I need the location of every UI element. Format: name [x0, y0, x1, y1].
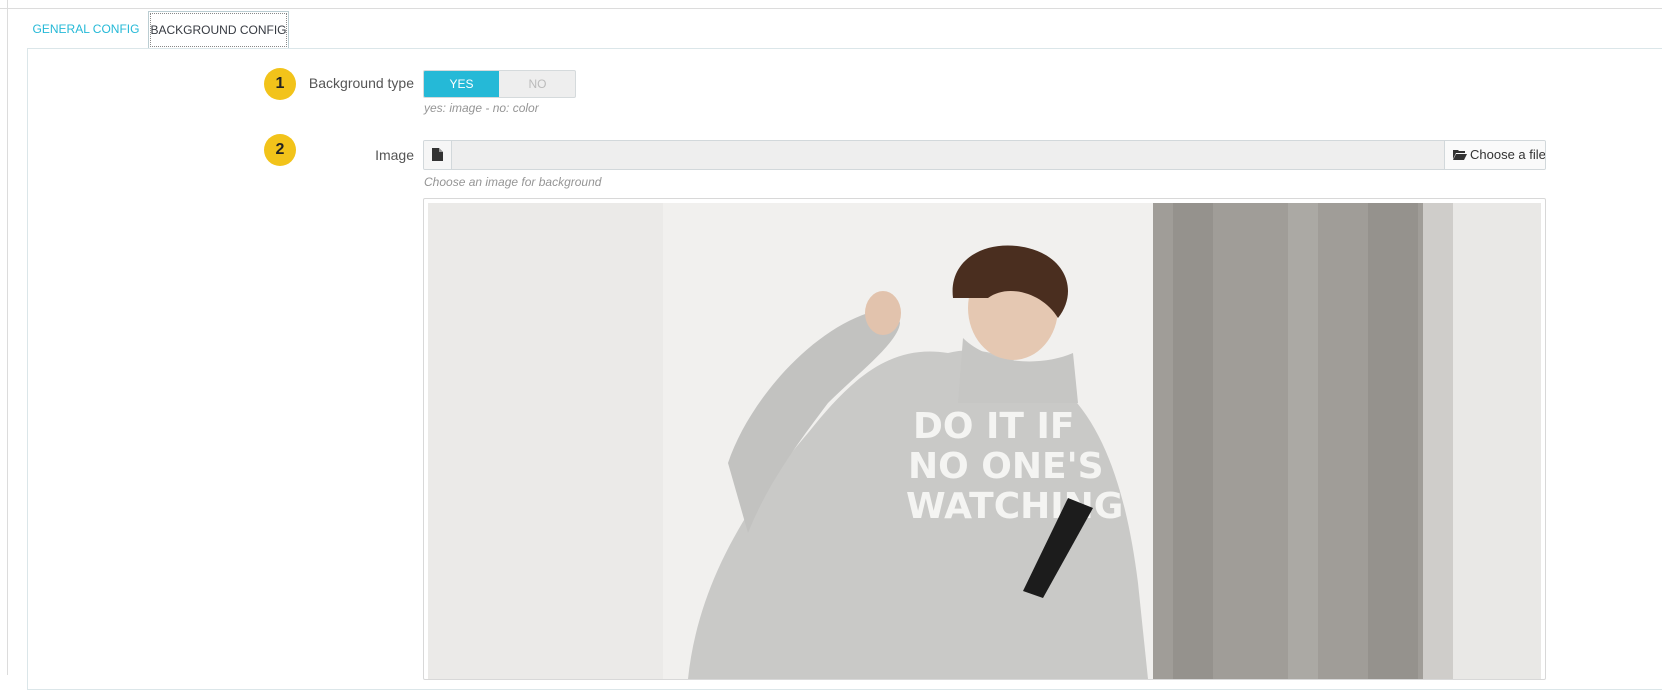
step-badge-2: 2 [264, 134, 296, 166]
image-file-input[interactable] [452, 141, 1467, 169]
folder-open-icon [1453, 150, 1467, 160]
shirt-text-line-2: NO ONE'S [908, 446, 1104, 487]
image-preview-frame: DO IT IF NO ONE'S WATCHING [423, 198, 1546, 680]
file-icon [424, 141, 452, 169]
switch-no-option[interactable]: NO [500, 71, 575, 97]
choose-file-button[interactable]: Choose a file [1444, 141, 1545, 169]
step-badge-1: 1 [264, 68, 296, 100]
background-preview-image: DO IT IF NO ONE'S WATCHING [428, 203, 1541, 679]
tab-general-config[interactable]: GENERAL CONFIG [27, 11, 145, 48]
background-type-help: yes: image - no: color [424, 101, 539, 115]
switch-yes-option[interactable]: YES [424, 71, 499, 97]
shirt-text-line-1: DO IT IF [913, 406, 1075, 447]
background-type-label: Background type [308, 75, 414, 91]
left-divider [7, 0, 8, 675]
top-divider [0, 8, 1662, 9]
shirt-text-line-3: WATCHING [906, 486, 1123, 527]
background-type-switch[interactable]: YES NO [423, 70, 576, 98]
image-label: Image [375, 147, 414, 163]
image-help: Choose an image for background [424, 175, 602, 189]
tab-background-config[interactable]: BACKGROUND CONFIG [148, 11, 289, 49]
choose-file-label: Choose a file [1470, 147, 1546, 162]
image-file-group: Choose a file [423, 140, 1546, 170]
